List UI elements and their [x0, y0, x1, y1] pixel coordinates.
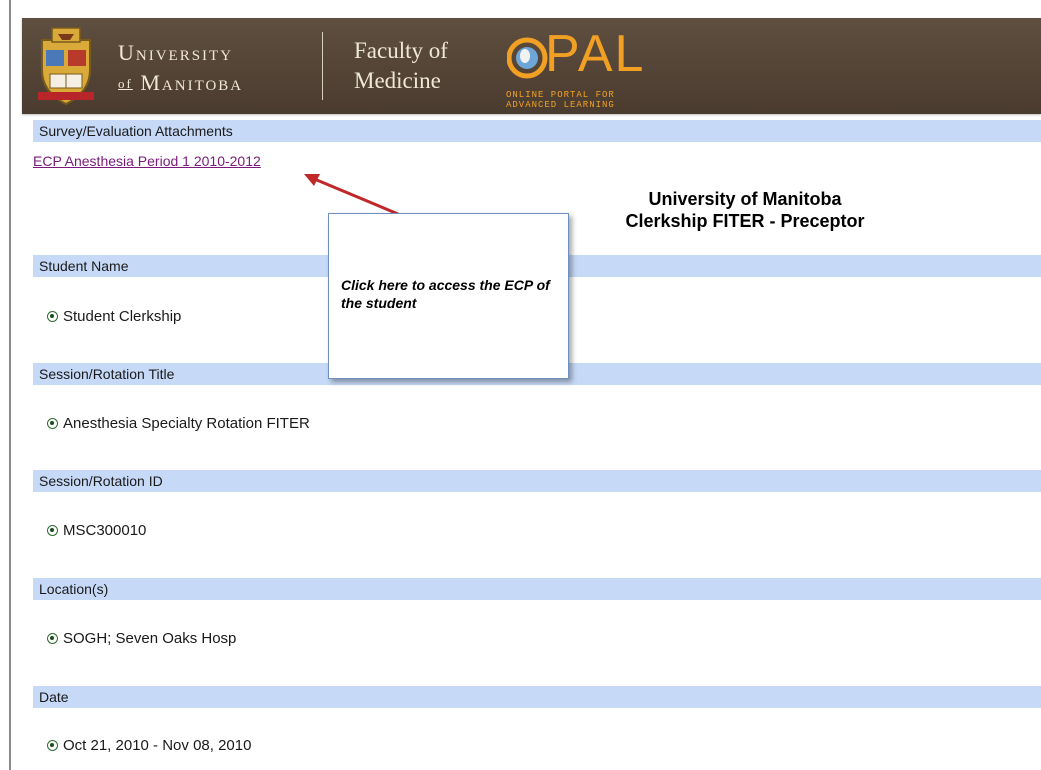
- left-border-line: [9, 0, 11, 770]
- date-value: Oct 21, 2010 - Nov 08, 2010: [63, 737, 252, 754]
- faculty-wordmark: Faculty of Medicine: [354, 36, 448, 96]
- faculty-line1: Faculty of: [354, 38, 448, 63]
- header-banner: University of Manitoba Faculty of Medici…: [22, 18, 1041, 114]
- opal-tagline: ONLINE PORTAL FOR ADVANCED LEARNING: [506, 90, 615, 110]
- section-header-date: Date: [33, 686, 1041, 708]
- opal-tagline-line1: ONLINE PORTAL FOR: [506, 90, 615, 100]
- radio-selected-icon[interactable]: [47, 633, 58, 644]
- field-value-session-id: MSC300010: [47, 522, 146, 539]
- callout-text: Click here to access the ECP of the stud…: [341, 277, 550, 311]
- university-crest-icon: [38, 27, 94, 106]
- faculty-line2: Medicine: [354, 68, 441, 93]
- university-line2: of Manitoba: [118, 68, 243, 99]
- radio-selected-icon[interactable]: [47, 740, 58, 751]
- university-line2-name: Manitoba: [140, 70, 244, 95]
- field-value-date: Oct 21, 2010 - Nov 08, 2010: [47, 737, 251, 754]
- header-divider: [322, 32, 323, 100]
- form-title: University of Manitoba Clerkship FITER -…: [589, 188, 901, 232]
- radio-selected-icon[interactable]: [47, 525, 58, 536]
- annotation-arrow-icon: [304, 174, 399, 216]
- session-id-value: MSC300010: [63, 522, 147, 539]
- form-title-line2: Clerkship FITER - Preceptor: [625, 211, 865, 231]
- section-header-locations: Location(s): [33, 578, 1041, 600]
- field-value-session-title: Anesthesia Specialty Rotation FITER: [47, 415, 310, 432]
- radio-selected-icon[interactable]: [47, 311, 58, 322]
- radio-selected-icon[interactable]: [47, 418, 58, 429]
- section-header-attachments: Survey/Evaluation Attachments: [33, 120, 1041, 142]
- student-name-value: Student Clerkship: [63, 308, 182, 325]
- session-title-value: Anesthesia Specialty Rotation FITER: [63, 415, 310, 432]
- field-value-student-name: Student Clerkship: [47, 308, 181, 325]
- university-line1: University: [118, 40, 234, 65]
- section-header-session-id: Session/Rotation ID: [33, 470, 1041, 492]
- form-title-line1: University of Manitoba: [648, 189, 842, 209]
- opal-tagline-line2: ADVANCED LEARNING: [506, 100, 615, 110]
- locations-value: SOGH; Seven Oaks Hosp: [63, 630, 237, 647]
- field-value-locations: SOGH; Seven Oaks Hosp: [47, 630, 236, 647]
- university-line2-prefix: of: [118, 76, 133, 91]
- opal-wordmark: PAL: [545, 25, 646, 83]
- ecp-attachment-link[interactable]: ECP Anesthesia Period 1 2010-2012: [33, 153, 261, 169]
- university-wordmark: University of Manitoba: [118, 38, 243, 99]
- annotation-callout: Click here to access the ECP of the stud…: [328, 213, 569, 379]
